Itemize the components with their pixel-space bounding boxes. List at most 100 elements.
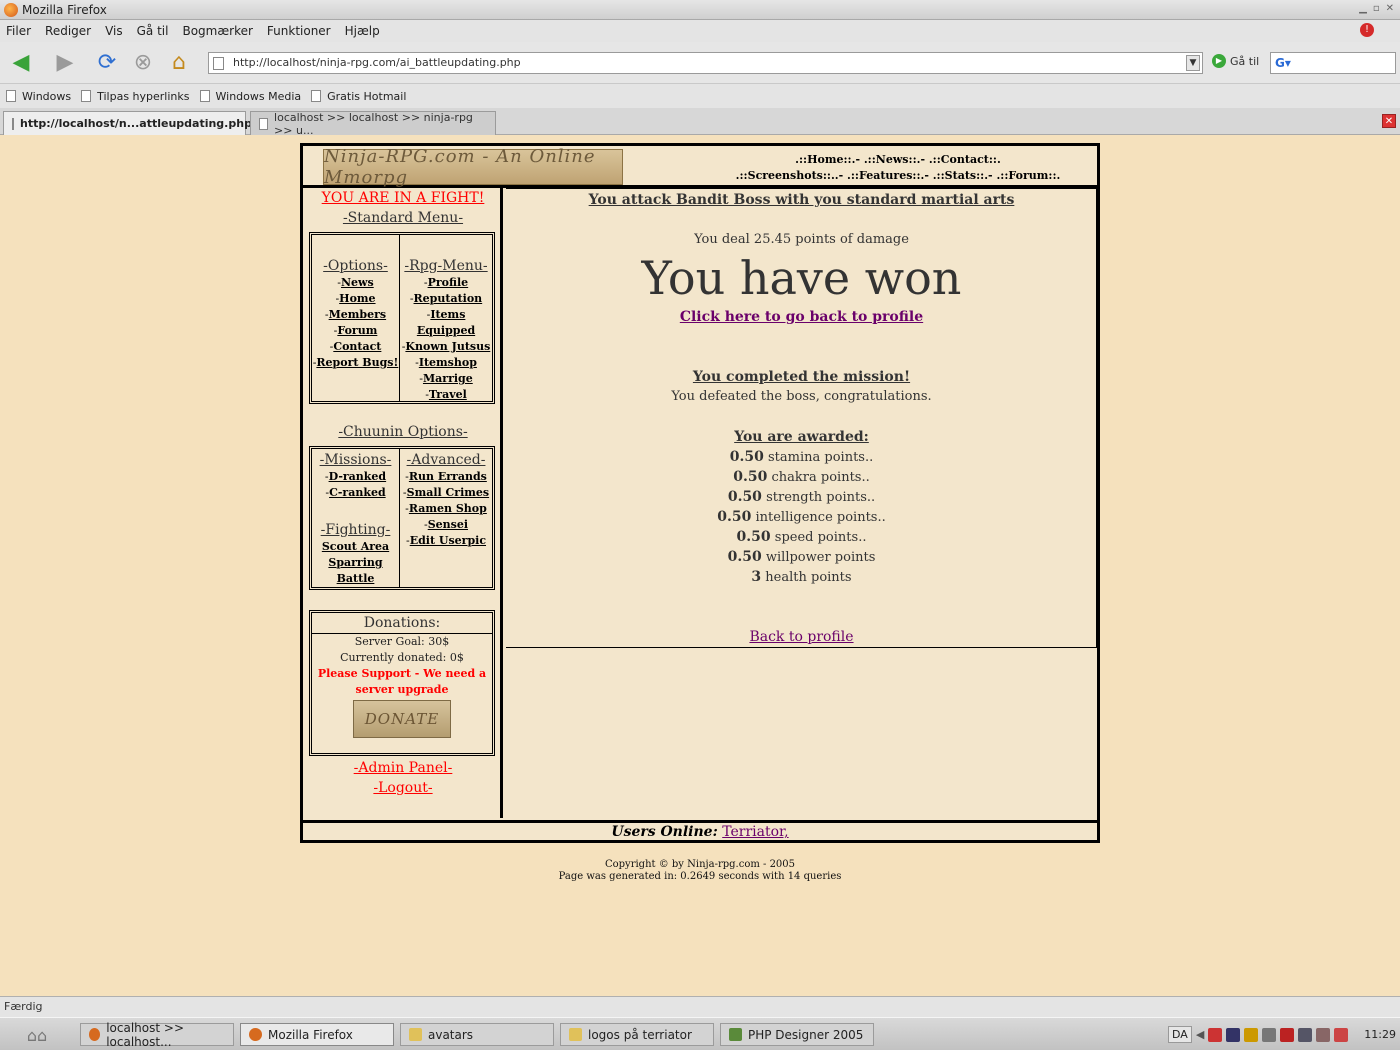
options-column: -Options- News Home Members Forum Contac… [312,257,399,371]
firefox-icon [249,1028,262,1041]
minimize-icon[interactable]: ▁ [1359,3,1367,14]
online-user-link[interactable]: Terriator, [722,824,788,840]
bookmark-free-hotmail[interactable]: Gratis Hotmail [311,90,406,103]
menu-link-known-jutsus[interactable]: Known Jutsus [400,339,492,355]
menu-go[interactable]: Gå til [137,24,169,38]
menu-tools[interactable]: Funktioner [267,24,331,38]
boss-defeated-text: You defeated the boss, congratulations. [671,389,932,404]
page-icon [213,57,224,70]
reward-row: 0.50 stamina points.. [506,449,1097,465]
menu-link-reputation[interactable]: Reputation [400,291,492,307]
users-online-bar: Users Online: Terriator, [303,820,1097,840]
tray-collapse-icon[interactable]: ◀ [1196,1028,1204,1041]
reward-label: willpower points [765,550,876,565]
menu-link-run-errands[interactable]: Run Errands [400,469,492,485]
taskbar-item-localhost[interactable]: localhost >> localhost... [80,1021,234,1049]
language-indicator[interactable]: DA [1168,1026,1192,1043]
stop-icon[interactable]: ⊗ [128,48,158,78]
taskbar-item-logos[interactable]: logos på terriator [560,1023,714,1046]
reward-label: strength points.. [766,490,876,505]
tray-app-icon[interactable] [1208,1027,1223,1042]
donations-box: Donations: Server Goal: 30$ Currently do… [309,610,495,756]
menu-link-battle[interactable]: Battle [312,571,399,587]
tab-page-icon [259,117,269,130]
bookmark-customize-links[interactable]: Tilpas hyperlinks [81,90,190,103]
bookmark-windows[interactable]: Windows [6,90,71,103]
menu-link-report-bugs[interactable]: Report Bugs! [312,355,399,371]
tray-shield-icon[interactable] [1334,1027,1349,1042]
menu-link-forum[interactable]: Forum [312,323,399,339]
back-to-profile-link[interactable]: Back to profile [506,629,1097,645]
menu-link-members[interactable]: Members [312,307,399,323]
close-tab-icon[interactable]: ✕ [1382,114,1396,128]
close-icon[interactable]: ✕ [1386,3,1394,14]
reward-label: intelligence points.. [755,510,886,525]
reload-icon[interactable]: ⟳ [92,48,122,78]
tray-monitor-icon[interactable] [1298,1027,1313,1042]
tray-speaker-icon[interactable] [1316,1027,1331,1042]
tray-drive-icon[interactable] [1262,1027,1277,1042]
menu-link-home[interactable]: Home [312,291,399,307]
php-designer-icon [729,1028,742,1041]
logout-link[interactable]: -Logout- [303,778,503,798]
donation-plea-line-1: Please Support - We need a [317,667,487,680]
address-bar[interactable]: http://localhost/ninja-rpg.com/ai_battle… [208,52,1203,74]
menu-link-marrige[interactable]: Marrige [400,371,492,387]
reward-value: 0.50 [729,449,764,465]
topnav-line-1[interactable]: .::Home::.- .::News::.- .::Contact::. [703,152,1093,168]
menu-link-scout-area[interactable]: Scout Area [312,539,399,555]
start-button[interactable]: ⌂⌂ [6,1022,68,1048]
menu-link-ramen-shop[interactable]: Ramen Shop [400,501,492,517]
taskbar-label: PHP Designer 2005 [748,1027,864,1042]
donation-plea-line-2: server upgrade [355,683,449,696]
menu-link-travel[interactable]: Travel [400,387,492,403]
menu-link-sparring[interactable]: Sparring [312,555,399,571]
taskbar-label: avatars [428,1027,474,1042]
back-icon[interactable]: ◀ [6,48,36,78]
admin-panel-link[interactable]: -Admin Panel- [303,758,503,778]
menu-link-news[interactable]: News [312,275,399,291]
reward-label: speed points.. [774,530,867,545]
tab-label: localhost >> localhost >> ninja-rpg >> u… [274,110,473,137]
tab-battle[interactable]: http://localhost/n...attleupdating.php [3,111,252,135]
menu-link-d-ranked[interactable]: D-ranked [312,469,399,485]
menu-link-sensei[interactable]: Sensei [400,517,492,533]
home-icon[interactable]: ⌂ [164,48,194,78]
menu-link-c-ranked[interactable]: C-ranked [312,485,399,501]
taskbar-item-avatars[interactable]: avatars [400,1023,554,1046]
search-box[interactable]: G▾ [1270,52,1396,74]
taskbar-item-firefox[interactable]: Mozilla Firefox [240,1023,394,1046]
tray-network-icon[interactable] [1226,1027,1241,1042]
go-button[interactable]: ▶ Gå til [1212,54,1259,68]
menu-view[interactable]: Vis [105,24,123,38]
site-logo[interactable]: Ninja-RPG.com - An Online Mmorpg [323,146,623,188]
forward-icon[interactable]: ▶ [50,48,80,78]
menu-link-profile[interactable]: Profile [400,275,492,291]
menu-link-edit-userpic[interactable]: Edit Userpic [400,533,492,549]
donate-button[interactable]: DONATE [353,700,451,738]
back-to-profile-link-top[interactable]: Click here to go back to profile [506,309,1097,325]
update-alert-icon[interactable]: ! [1360,23,1374,37]
address-dropdown-icon[interactable]: ▼ [1186,55,1200,71]
menu-edit[interactable]: Rediger [45,24,91,38]
topnav-line-2[interactable]: .::Screenshots::..- .::Features::.- .::S… [703,168,1093,184]
menu-file[interactable]: Filer [6,24,31,38]
damage-text: You deal 25.45 points of damage [694,232,909,247]
bookmark-windows-media[interactable]: Windows Media [199,90,301,103]
menu-link-small-crimes[interactable]: Small Crimes [400,485,492,501]
taskbar-item-php-designer[interactable]: PHP Designer 2005 [720,1023,874,1046]
tab-localhost[interactable]: localhost >> localhost >> ninja-rpg >> u… [250,110,496,137]
fight-notice[interactable]: YOU ARE IN A FIGHT! [303,190,503,206]
menu-help[interactable]: Hjælp [345,24,380,38]
menu-link-contact[interactable]: Contact [312,339,399,355]
tray-globe-icon[interactable] [1244,1027,1259,1042]
bookmark-label: Gratis Hotmail [327,89,407,103]
maximize-icon[interactable]: ▫ [1373,3,1380,14]
tray-ati-icon[interactable] [1280,1027,1295,1042]
attack-title: You attack Bandit Boss with you standard… [588,192,1015,208]
fighting-heading: -Fighting- [320,522,391,538]
users-online-label: Users Online: [611,824,718,840]
menu-link-itemshop[interactable]: Itemshop [400,355,492,371]
menu-bookmarks[interactable]: Bogmærker [182,24,252,38]
menu-link-items-equipped[interactable]: Items Equipped [400,307,492,339]
